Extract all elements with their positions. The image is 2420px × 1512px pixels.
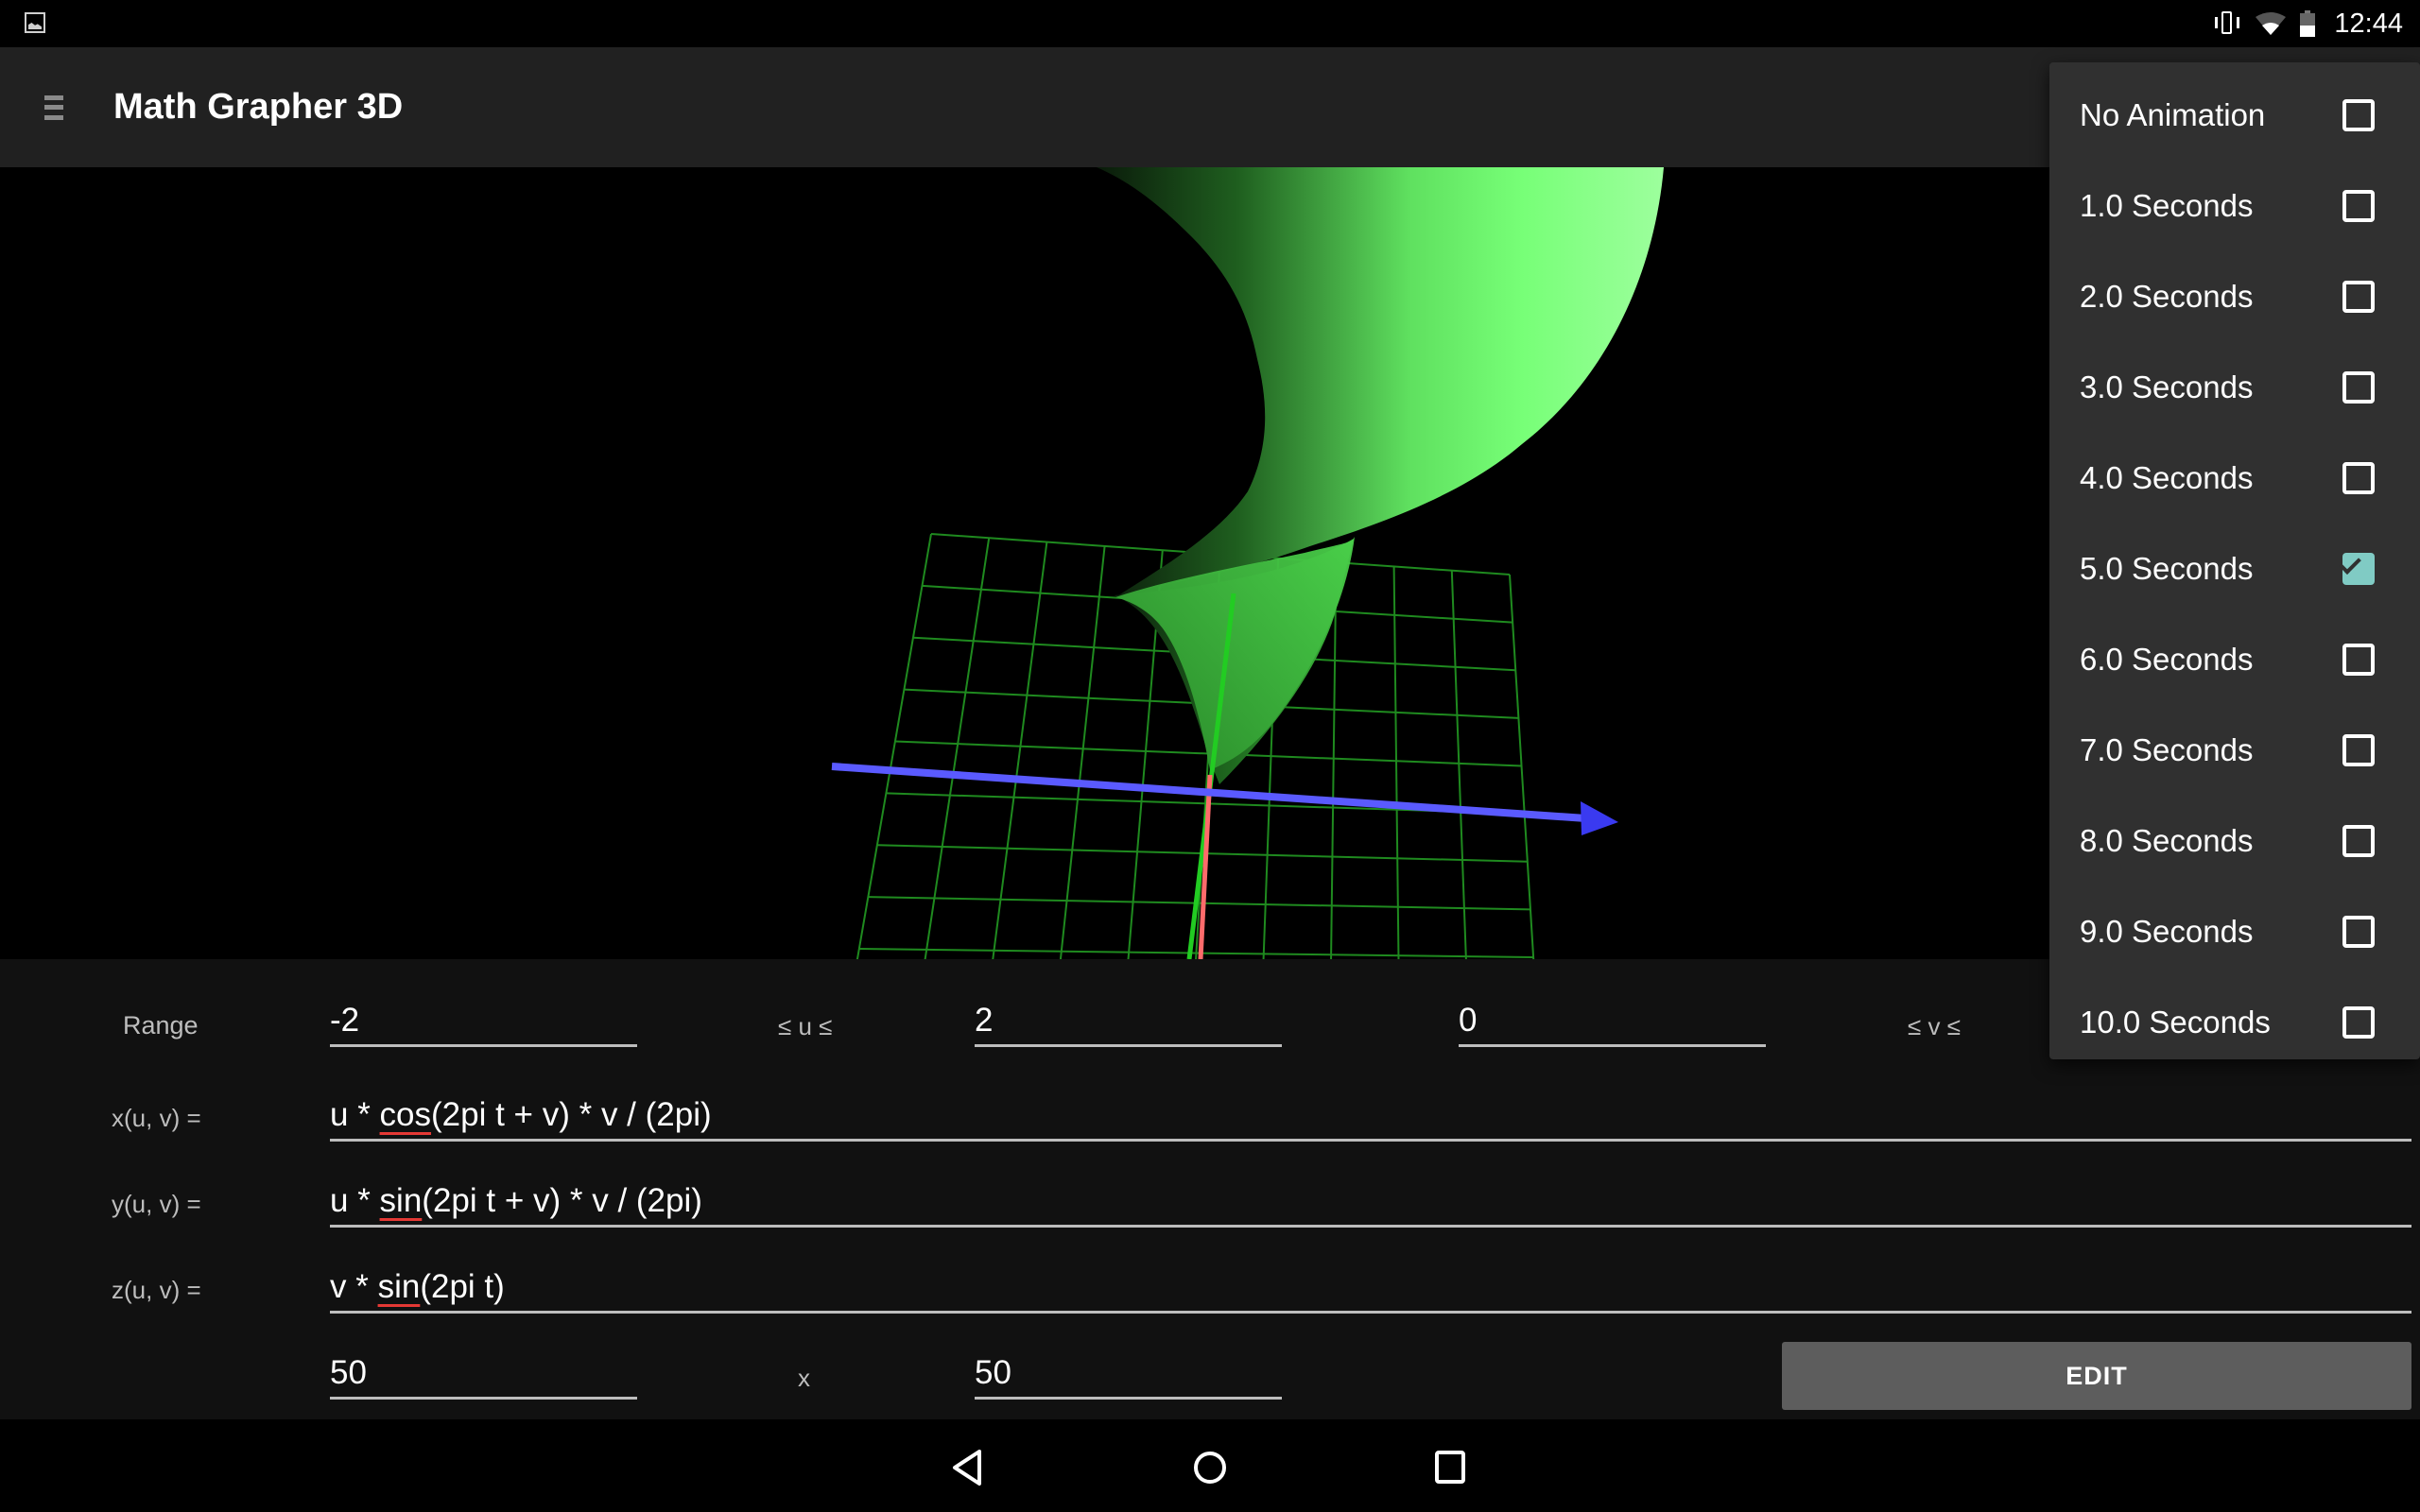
checkbox[interactable] [2342, 916, 2375, 948]
wifi-icon [2255, 11, 2287, 36]
grid-line [1450, 570, 1467, 959]
menu-item-label: 7.0 Seconds [2080, 732, 2254, 767]
battery-icon [2300, 10, 2316, 37]
checkbox[interactable] [2342, 1006, 2375, 1039]
spellcheck-word: sin [379, 1182, 423, 1219]
menu-item-animation[interactable]: 10.0 Seconds [2049, 977, 2420, 1068]
edit-button[interactable]: EDIT [1782, 1342, 2411, 1410]
text: u * [330, 1182, 380, 1219]
spellcheck-word: cos [379, 1096, 432, 1133]
u-steps-input[interactable]: 50 [330, 1351, 637, 1400]
surface-front-flap [1115, 537, 1355, 770]
menu-item-animation[interactable]: 3.0 Seconds [2049, 342, 2420, 433]
menu-item-animation[interactable]: 5.0 Seconds [2049, 524, 2420, 614]
v-min-input[interactable]: 0 [1459, 999, 1766, 1047]
text: (2pi t + v) * v / (2pi) [431, 1096, 712, 1133]
menu-item-animation[interactable]: 1.0 Seconds [2049, 161, 2420, 251]
u-min-input[interactable]: -2 [330, 999, 637, 1047]
hamburger-menu-icon[interactable] [42, 93, 66, 123]
menu-item-animation[interactable]: 4.0 Seconds [2049, 433, 2420, 524]
v-range-separator: ≤ v ≤ [1908, 1012, 1961, 1040]
menu-item-animation[interactable]: 2.0 Seconds [2049, 251, 2420, 342]
menu-item-animation[interactable]: 8.0 Seconds [2049, 796, 2420, 886]
checkbox[interactable] [2342, 99, 2375, 131]
x-function-label: x(u, v) = [112, 1104, 201, 1132]
menu-item-animation[interactable]: 7.0 Seconds [2049, 705, 2420, 796]
z-function-label: z(u, v) = [112, 1276, 201, 1304]
text: u * [330, 1096, 380, 1133]
y-axis-arrowhead [1581, 801, 1618, 835]
resolution-separator: x [798, 1364, 810, 1392]
menu-item-label: 8.0 Seconds [2080, 823, 2254, 858]
menu-item-label: 4.0 Seconds [2080, 460, 2254, 495]
menu-item-label: 3.0 Seconds [2080, 369, 2254, 404]
checkbox-checked[interactable] [2342, 553, 2375, 585]
checkbox[interactable] [2342, 371, 2375, 404]
text: (2pi t + v) * v / (2pi) [422, 1182, 702, 1219]
app-title: Math Grapher 3D [113, 87, 404, 127]
clock: 12:44 [2334, 8, 2403, 39]
menu-item-label: 2.0 Seconds [2080, 279, 2254, 314]
menu-item-label: 5.0 Seconds [2080, 551, 2254, 586]
grid-line [992, 541, 1048, 959]
u-range-separator: ≤ u ≤ [778, 1012, 833, 1040]
v-steps-input[interactable]: 50 [975, 1351, 1282, 1400]
grid-line [1059, 545, 1106, 959]
grid-line [1392, 566, 1400, 959]
menu-item-label: 1.0 Seconds [2080, 188, 2254, 223]
animation-duration-menu: No Animation 1.0 Seconds 2.0 Seconds 3.0 Se… [2049, 62, 2420, 1059]
image-notification-icon [25, 12, 45, 33]
menu-item-label: No Animation [2080, 97, 2266, 132]
menu-item-animation[interactable]: 9.0 Seconds [2049, 886, 2420, 977]
navigation-bar [0, 1419, 2420, 1512]
text: v * [330, 1268, 378, 1305]
back-icon[interactable] [945, 1443, 993, 1490]
menu-item-label: 10.0 Seconds [2080, 1005, 2271, 1040]
home-icon[interactable] [1186, 1443, 1234, 1490]
vibrate-icon [2213, 11, 2241, 36]
menu-item-label: 6.0 Seconds [2080, 642, 2254, 677]
range-label: Range [123, 1011, 199, 1040]
y-function-input[interactable]: u * sin(2pi t + v) * v / (2pi) [330, 1179, 2411, 1228]
u-max-input[interactable]: 2 [975, 999, 1282, 1047]
surface-main [1097, 167, 1664, 597]
x-function-input[interactable]: u * cos(2pi t + v) * v / (2pi) [330, 1093, 2411, 1142]
menu-item-label: 9.0 Seconds [2080, 914, 2254, 949]
grid-line [1509, 574, 1535, 959]
checkbox[interactable] [2342, 734, 2375, 766]
grid-line [856, 533, 932, 959]
text: (2pi t) [420, 1268, 505, 1305]
menu-item-animation[interactable]: 6.0 Seconds [2049, 614, 2420, 705]
y-function-label: y(u, v) = [112, 1190, 201, 1218]
status-bar: 12:44 [0, 0, 2420, 47]
checkbox[interactable] [2342, 644, 2375, 676]
z-function-input[interactable]: v * sin(2pi t) [330, 1265, 2411, 1314]
checkbox[interactable] [2342, 281, 2375, 313]
checkbox[interactable] [2342, 462, 2375, 494]
checkbox[interactable] [2342, 825, 2375, 857]
checkbox[interactable] [2342, 190, 2375, 222]
recents-icon[interactable] [1427, 1443, 1475, 1490]
menu-item-animation[interactable]: No Animation [2049, 70, 2420, 161]
status-icons: 12:44 [2213, 0, 2403, 47]
grid-line [924, 538, 991, 959]
spellcheck-word: sin [377, 1268, 421, 1305]
